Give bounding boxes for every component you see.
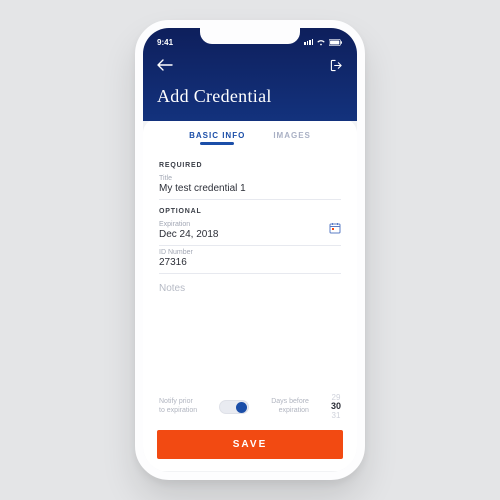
notify-left-label: Notify prior to expiration: [159, 398, 197, 416]
status-time: 9:41: [157, 38, 173, 47]
notify-row: Notify prior to expiration Days before e…: [143, 386, 357, 426]
notes-placeholder: Notes: [159, 277, 341, 299]
idnumber-label: ID Number: [159, 249, 341, 256]
title-value: My test credential 1: [159, 183, 341, 194]
nav-bar: [157, 56, 343, 74]
device-notch: [200, 28, 300, 44]
expiration-label: Expiration: [159, 221, 341, 228]
tab-images[interactable]: IMAGES: [273, 131, 311, 140]
title-field[interactable]: Title My test credential 1: [159, 172, 341, 200]
back-arrow-icon: [157, 59, 173, 71]
exit-button[interactable]: [330, 59, 343, 72]
page-title: Add Credential: [157, 86, 343, 107]
idnumber-value: 27316: [159, 257, 341, 268]
days-picker[interactable]: 29 30 31: [331, 394, 341, 420]
back-button[interactable]: [157, 59, 173, 71]
calendar-icon[interactable]: [329, 222, 341, 234]
idnumber-field[interactable]: ID Number 27316: [159, 246, 341, 274]
notify-right-label: Days before expiration: [271, 398, 309, 416]
wifi-icon: [316, 39, 326, 46]
title-label: Title: [159, 175, 341, 182]
section-optional-label: OPTIONAL: [159, 208, 341, 215]
phone-frame: 9:41 Add Credential BASIC INFO IMAGES: [135, 20, 365, 480]
expiration-field[interactable]: Expiration Dec 24, 2018: [159, 218, 341, 246]
battery-icon: [329, 39, 343, 46]
status-indicators: [304, 39, 343, 46]
days-option-31: 31: [331, 412, 341, 420]
notify-toggle[interactable]: [219, 400, 249, 414]
exit-icon: [330, 59, 343, 72]
cellular-signal-icon: [304, 39, 313, 45]
toggle-knob: [236, 402, 247, 413]
expiration-value: Dec 24, 2018: [159, 229, 341, 240]
content-card: BASIC INFO IMAGES REQUIRED Title My test…: [143, 119, 357, 471]
notes-field[interactable]: Notes: [159, 274, 341, 304]
save-button[interactable]: SAVE: [157, 430, 343, 459]
tab-basic-info[interactable]: BASIC INFO: [189, 131, 245, 140]
section-required-label: REQUIRED: [159, 162, 341, 169]
tab-bar: BASIC INFO IMAGES: [143, 119, 357, 146]
form-area: REQUIRED Title My test credential 1 OPTI…: [143, 146, 357, 386]
